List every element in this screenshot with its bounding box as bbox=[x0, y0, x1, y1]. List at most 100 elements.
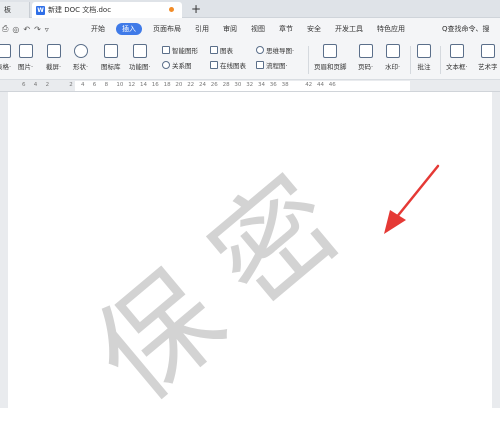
tab-previous-label: 板 bbox=[4, 6, 11, 14]
menu-view[interactable]: 视图 bbox=[244, 18, 272, 40]
ruler-number: 26 bbox=[210, 82, 218, 88]
header-footer-label: 页眉和页脚 bbox=[314, 63, 347, 71]
quick-access-toolbar: ⎙ ◎ ↶ ↷ ▿ bbox=[0, 24, 84, 34]
screenshot-button[interactable]: 截屏· bbox=[46, 44, 61, 71]
print-icon[interactable]: ⎙ bbox=[2, 24, 8, 34]
mind-map-button[interactable]: 思维导图· bbox=[256, 45, 294, 55]
menu-page-layout[interactable]: 页面布局 bbox=[146, 18, 188, 40]
menu-security[interactable]: 安全 bbox=[300, 18, 328, 40]
watermark-icon bbox=[385, 44, 400, 58]
ruler-number: 24 bbox=[199, 82, 206, 88]
table-button[interactable]: 表格· bbox=[0, 44, 11, 71]
comment-button[interactable]: 批注 bbox=[417, 44, 431, 71]
table-label: 表格· bbox=[0, 63, 12, 71]
text-box-icon bbox=[449, 44, 464, 58]
ruler-number: 4 bbox=[33, 82, 38, 88]
flowchart-button[interactable]: 流程图· bbox=[256, 60, 288, 70]
online-chart-button[interactable]: 在线图表 bbox=[210, 60, 246, 70]
ruler-number: 36 bbox=[269, 82, 277, 88]
page-number-label: 页码· bbox=[358, 63, 374, 71]
tab-document[interactable]: W 新建 DOC 文档.doc bbox=[32, 2, 182, 18]
menu-special[interactable]: 特色应用 bbox=[370, 18, 412, 40]
word-art-button[interactable]: 艺术字 bbox=[478, 44, 498, 71]
page-number-button[interactable]: 页码· bbox=[358, 44, 373, 71]
search-command[interactable]: Q查找命令、搜 bbox=[442, 22, 500, 36]
arrow-shaft bbox=[394, 164, 440, 220]
tab-document-label: 新建 DOC 文档.doc bbox=[48, 6, 112, 14]
ruler-number: 8 bbox=[104, 82, 109, 88]
smart-art-button[interactable]: 智能图形 bbox=[162, 45, 198, 55]
menu-review[interactable]: 审阅 bbox=[216, 18, 244, 40]
word-art-label: 艺术字 bbox=[478, 63, 498, 71]
arrow-head bbox=[384, 210, 406, 234]
icon-library-icon bbox=[103, 44, 118, 58]
icon-library-label: 图标库 bbox=[101, 63, 121, 71]
document-page[interactable]: 保 密 bbox=[8, 92, 492, 427]
mind-map-label: 思维导图· bbox=[266, 47, 295, 55]
table-icon bbox=[0, 44, 11, 58]
ruler-number: 42 bbox=[305, 82, 313, 88]
ruler-number: 4 bbox=[81, 82, 85, 88]
online-chart-label: 在线图表 bbox=[220, 62, 246, 70]
ruler-number: 32 bbox=[246, 82, 254, 88]
new-tab-button[interactable]: + bbox=[188, 2, 204, 18]
ruler-number: 2 bbox=[69, 82, 73, 88]
menu-home[interactable]: 开始 bbox=[84, 18, 112, 40]
customize-icon[interactable]: ▿ bbox=[45, 25, 49, 34]
screenshot-label: 截屏· bbox=[46, 63, 62, 71]
scissors-icon bbox=[46, 44, 61, 58]
chart-label: 图表 bbox=[220, 47, 233, 55]
tab-previous[interactable]: 板 bbox=[0, 2, 30, 18]
divider bbox=[308, 46, 309, 74]
comment-label: 批注 bbox=[417, 63, 431, 71]
ruler-number: 22 bbox=[187, 82, 195, 88]
icon-library-button[interactable]: 图标库 bbox=[101, 44, 121, 71]
unsaved-dot-icon bbox=[169, 7, 174, 12]
ruler-text-area bbox=[75, 81, 410, 91]
ruler-number: 6 bbox=[22, 82, 26, 88]
picture-icon bbox=[18, 44, 33, 58]
text-box-button[interactable]: 文本框· bbox=[446, 44, 468, 71]
menu-insert[interactable]: 插入 bbox=[116, 23, 142, 35]
function-chart-icon bbox=[132, 44, 147, 58]
ruler-number: 38 bbox=[281, 82, 289, 88]
mind-map-icon bbox=[256, 46, 264, 54]
header-footer-icon bbox=[323, 44, 338, 58]
ruler-number: 2 bbox=[45, 82, 50, 88]
shape-label: 形状· bbox=[73, 63, 89, 71]
watermark-label: 水印· bbox=[385, 63, 401, 71]
document-canvas[interactable]: 保 密 bbox=[0, 92, 500, 427]
ruler-number: 44 bbox=[317, 82, 324, 88]
relation-chart-button[interactable]: 关系图 bbox=[162, 60, 192, 70]
divider bbox=[410, 46, 411, 74]
ruler-number: 30 bbox=[234, 82, 242, 88]
watermark-button[interactable]: 水印· bbox=[385, 44, 400, 71]
ruler-number: 46 bbox=[328, 82, 336, 88]
chart-button[interactable]: 图表 bbox=[210, 45, 233, 55]
header-footer-button[interactable]: 页眉和页脚 bbox=[314, 44, 347, 71]
menu-bar: ⎙ ◎ ↶ ↷ ▿ 开始 插入 页面布局 引用 审阅 视图 章节 安全 开发工具… bbox=[0, 18, 500, 40]
menu-chapter[interactable]: 章节 bbox=[272, 18, 300, 40]
ruler-number: 6 bbox=[92, 82, 97, 88]
picture-button[interactable]: 图片· bbox=[18, 44, 33, 71]
preview-icon[interactable]: ◎ bbox=[12, 25, 19, 34]
text-box-label: 文本框· bbox=[446, 63, 468, 71]
ruler-number: 12 bbox=[128, 82, 136, 88]
flowchart-icon bbox=[256, 61, 264, 69]
horizontal-ruler[interactable]: 6 4 2 2 4 6 8 10 12 14 16 18 20 22 24 26 28 30 32 34 36 38 42 4… bbox=[0, 80, 500, 92]
redo-icon[interactable]: ↷ bbox=[34, 25, 41, 34]
divider bbox=[440, 46, 441, 74]
function-chart-button[interactable]: 功能图· bbox=[129, 44, 151, 71]
doc-icon: W bbox=[36, 5, 45, 15]
function-chart-label: 功能图· bbox=[129, 63, 151, 71]
shape-button[interactable]: 形状· bbox=[73, 44, 88, 71]
search-label: Q查找命令、搜 bbox=[442, 25, 490, 33]
red-arrow-icon bbox=[384, 164, 440, 234]
flowchart-label: 流程图· bbox=[266, 62, 288, 70]
online-chart-icon bbox=[210, 61, 218, 69]
relation-chart-icon bbox=[162, 61, 170, 69]
ruler-number: 18 bbox=[163, 82, 171, 88]
menu-references[interactable]: 引用 bbox=[188, 18, 216, 40]
menu-developer[interactable]: 开发工具 bbox=[328, 18, 370, 40]
undo-icon[interactable]: ↶ bbox=[23, 25, 30, 34]
